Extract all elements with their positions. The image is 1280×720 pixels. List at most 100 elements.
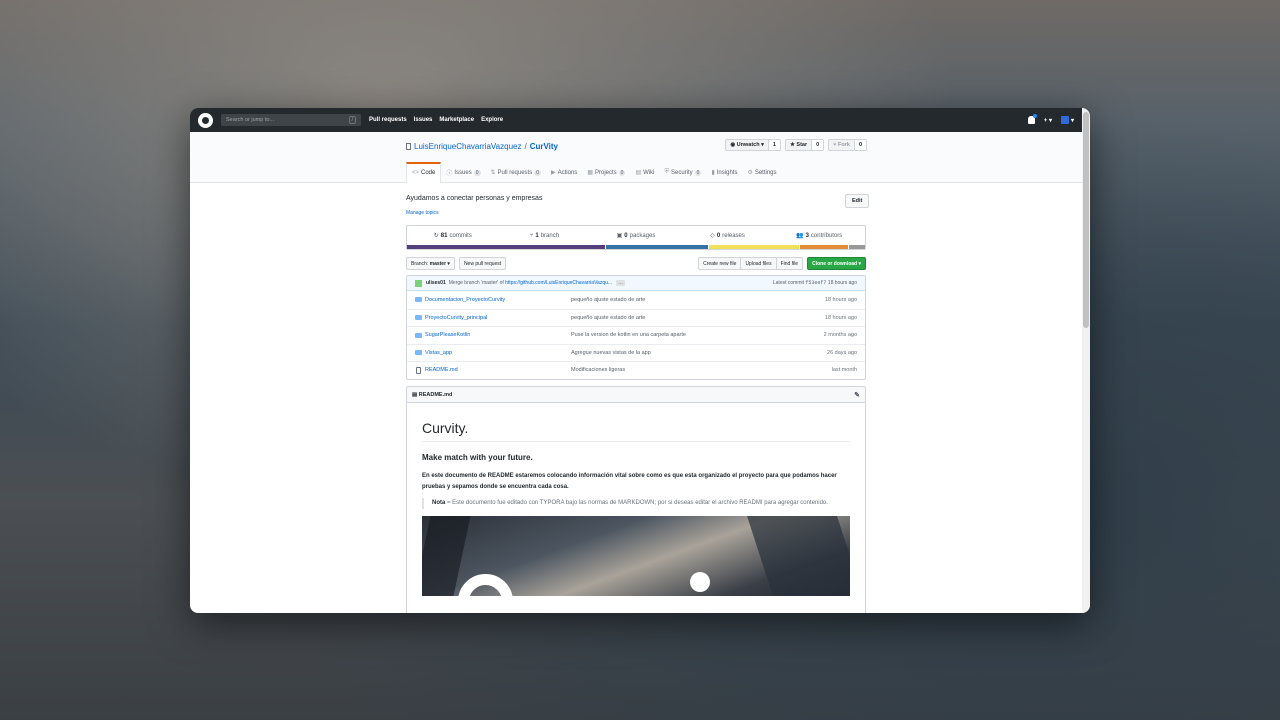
user-menu[interactable]: ▾ bbox=[1060, 116, 1074, 124]
file-commit-message[interactable]: Agregue nuevas vistas de la app bbox=[571, 350, 827, 356]
nav-explore[interactable]: Explore bbox=[481, 117, 503, 123]
repo-title: LuisEnriqueChavarriaVazquez / CurVity bbox=[406, 142, 558, 151]
file-commit-message[interactable]: pequeño ajuste estado de arte bbox=[571, 315, 825, 321]
file-name-link[interactable]: SugarPleaseKotlin bbox=[425, 332, 571, 338]
tab-label: Code bbox=[421, 170, 436, 176]
readme-banner-image bbox=[422, 515, 850, 596]
readme-box: ▤ README.md ✎ Curvity. Make match with y… bbox=[406, 386, 866, 613]
file-commit-message[interactable]: Puse la version de kotlin en una carpeta… bbox=[571, 332, 824, 338]
star-button-group[interactable]: ★ Star 0 bbox=[784, 139, 825, 151]
file-name-link[interactable]: README.md bbox=[425, 367, 571, 373]
tab-code[interactable]: <> Code bbox=[406, 162, 442, 183]
tab-label: Insights bbox=[716, 169, 738, 176]
tab-label: Pull requests bbox=[497, 169, 533, 176]
language-segment bbox=[800, 245, 849, 249]
readme-header: ▤ README.md ✎ bbox=[407, 387, 865, 403]
tab-icon: ▮ bbox=[711, 170, 715, 176]
fork-button[interactable]: ⑂ Fork bbox=[828, 139, 855, 151]
unwatch-label: Unwatch ▾ bbox=[736, 142, 764, 148]
stat-count: 81 bbox=[440, 232, 448, 239]
stat-label: packages bbox=[629, 232, 656, 239]
nav-pull-requests[interactable]: Pull requests bbox=[369, 117, 407, 123]
unwatch-button[interactable]: ◉ Unwatch ▾ bbox=[725, 139, 769, 151]
stat-count: 1 bbox=[535, 232, 539, 239]
tab-issues[interactable]: ⓘ Issues 0 bbox=[441, 162, 485, 182]
edit-readme-pencil-icon[interactable]: ✎ bbox=[854, 391, 860, 399]
page-scrollbar[interactable] bbox=[1082, 108, 1090, 613]
stat-label: commits bbox=[449, 232, 472, 239]
github-logo-icon[interactable] bbox=[198, 112, 213, 128]
latest-commit-info: Latest commit f53eef7 18 hours ago bbox=[773, 280, 857, 286]
tab-settings[interactable]: ⚙ Settings bbox=[742, 162, 781, 182]
file-name-link[interactable]: ProyectoCurvity_principal bbox=[425, 315, 571, 321]
commit-link[interactable]: https://github.com/LuisEnriqueChavarriaV… bbox=[505, 280, 612, 286]
repo-owner-link[interactable]: LuisEnriqueChavarriaVazquez bbox=[414, 142, 521, 151]
language-segment bbox=[708, 245, 800, 249]
repo-header: LuisEnriqueChavarriaVazquez / CurVity ◉ … bbox=[190, 132, 1090, 183]
tab-icon: ▤ bbox=[635, 170, 642, 176]
tab-pull-requests[interactable]: ⇅ Pull requests 0 bbox=[486, 162, 547, 182]
commit-message[interactable]: Merge branch 'master' of bbox=[449, 280, 504, 286]
file-commit-message[interactable]: pequeño ajuste estado de arte bbox=[571, 297, 825, 303]
tab-actions[interactable]: ▶ Actions bbox=[546, 162, 582, 182]
banner-logo-c bbox=[458, 573, 513, 596]
fork-label: Fork bbox=[838, 142, 850, 148]
file-list: ulises01 Merge branch 'master' of https:… bbox=[406, 275, 866, 380]
search-shortcut: / bbox=[348, 116, 356, 124]
search-input[interactable]: Search or jump to... / bbox=[221, 114, 361, 126]
header-right: + ▾ ▾ bbox=[1027, 114, 1074, 124]
tab-insights[interactable]: ▮ Insights bbox=[706, 162, 742, 182]
repo-name-link[interactable]: CurVity bbox=[530, 142, 558, 151]
browser-window: Search or jump to... / Pull requests Iss… bbox=[190, 108, 1090, 613]
edit-description-button[interactable]: Edit bbox=[845, 194, 870, 208]
create-new-menu[interactable]: + ▾ bbox=[1044, 117, 1052, 124]
clone-download-button[interactable]: Clone or download ▾ bbox=[807, 257, 866, 270]
banner-building-right bbox=[747, 515, 850, 596]
readme-filename: README.md bbox=[418, 391, 453, 398]
stat-count: 3 bbox=[805, 232, 809, 239]
folder-icon bbox=[415, 315, 422, 321]
find-file-button[interactable]: Find file bbox=[776, 257, 804, 270]
commit-sha[interactable]: f53eef7 bbox=[805, 280, 826, 286]
tab-label: Settings bbox=[754, 169, 777, 176]
notifications-bell-icon[interactable] bbox=[1027, 114, 1037, 124]
github-header: Search or jump to... / Pull requests Iss… bbox=[190, 108, 1090, 132]
tab-icon: ▶ bbox=[551, 170, 556, 176]
create-new-file-button[interactable]: Create new file bbox=[698, 257, 742, 270]
upload-files-button[interactable]: Upload files bbox=[741, 257, 777, 270]
nav-marketplace[interactable]: Marketplace bbox=[439, 117, 474, 123]
manage-topics-link[interactable]: Manage topics bbox=[406, 210, 439, 216]
file-name-link[interactable]: Vistas_app bbox=[425, 350, 571, 356]
new-pull-request-button[interactable]: New pull request bbox=[458, 257, 507, 270]
nav-issues[interactable]: Issues bbox=[414, 117, 433, 123]
repo-separator: / bbox=[524, 142, 527, 151]
file-commit-message[interactable]: Modificaciones ligeras bbox=[571, 367, 832, 373]
avatar bbox=[1060, 116, 1069, 124]
watchers-count[interactable]: 1 bbox=[768, 139, 781, 151]
tab-wiki[interactable]: ▤ Wiki bbox=[630, 162, 659, 182]
tab-label: Wiki bbox=[643, 169, 655, 176]
fork-button-group[interactable]: ⑂ Fork 0 bbox=[828, 139, 867, 151]
forks-count[interactable]: 0 bbox=[854, 139, 867, 151]
language-bar[interactable] bbox=[407, 245, 865, 249]
tab-projects[interactable]: ▦ Projects 0 bbox=[582, 162, 630, 182]
star-button[interactable]: ★ Star bbox=[784, 139, 813, 151]
note-text: = Este documento fue editado con TYPORA … bbox=[445, 500, 828, 506]
file-age: 26 days ago bbox=[827, 349, 857, 356]
user-menu-caret: ▾ bbox=[1070, 117, 1074, 124]
scrollbar-thumb[interactable] bbox=[1083, 112, 1089, 328]
readme-book-icon: ▤ bbox=[412, 391, 419, 398]
tab-label: Issues bbox=[454, 169, 472, 176]
unwatch-button-group[interactable]: ◉ Unwatch ▾ 1 bbox=[725, 139, 781, 151]
branch-label: Branch: bbox=[411, 260, 429, 267]
language-segment bbox=[407, 245, 605, 249]
commit-expand-button[interactable]: … bbox=[616, 280, 626, 286]
commit-author[interactable]: ulises01 bbox=[426, 280, 446, 286]
stat-count: 0 bbox=[624, 232, 628, 239]
tab-counter: 0 bbox=[694, 169, 702, 176]
branch-select-button[interactable]: Branch: master ▾ bbox=[406, 257, 455, 270]
file-name-link[interactable]: Documentacion_ProyectoCurvity bbox=[425, 297, 571, 303]
stars-count[interactable]: 0 bbox=[812, 139, 825, 151]
tab-icon: <> bbox=[412, 170, 420, 176]
tab-security[interactable]: ⛨ Security 0 bbox=[659, 162, 706, 182]
